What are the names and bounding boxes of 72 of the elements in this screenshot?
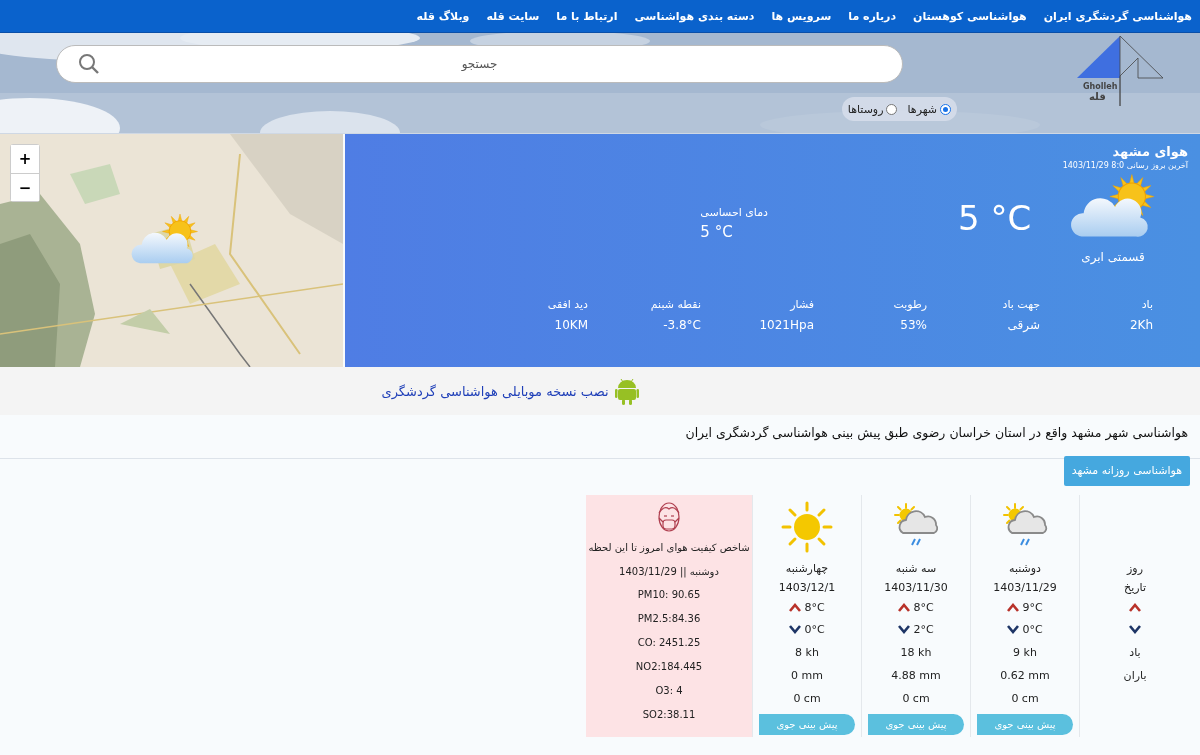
update-time: آخرین بروز رسانی 8:0 1403/11/29 [1061, 161, 1188, 170]
stat-label: فشار [790, 298, 814, 311]
chevron-up-icon [1129, 603, 1141, 612]
row-label: باد [1129, 644, 1141, 661]
high-temperature: 9°C [1022, 601, 1043, 614]
stat-value: 53% [900, 318, 927, 332]
pollutant-reading: PM10: 90.65 [637, 588, 701, 602]
app-link[interactable]: نصب نسخه موبایلی هواشناسی گردشگری [381, 383, 609, 399]
snow-value: 0 cm [1011, 691, 1039, 705]
nav-link[interactable]: هواشناسی گردشگری ایران [1043, 9, 1192, 23]
day-name: سه شنبه [895, 560, 937, 577]
wind-value: 9 kh [1013, 645, 1037, 659]
nav-link[interactable]: درباره ما [848, 9, 897, 23]
stat-value: 10KM [554, 318, 588, 332]
chevron-down-icon [789, 625, 802, 634]
chevron-down-icon [1129, 625, 1141, 634]
low-temperature: 2°C [913, 623, 934, 636]
rain-value: 0.62 mm [1000, 668, 1050, 682]
zoom-out-button[interactable]: − [11, 173, 39, 201]
pollutant-reading: SO2:38.11 [642, 708, 696, 722]
pollutant-reading: NO2:184.445 [635, 660, 703, 674]
nav-link[interactable]: سایت قله [486, 9, 540, 23]
nav-link[interactable]: دسته بندی هواشناسی [634, 9, 755, 23]
wind-value: 8 kh [795, 645, 819, 659]
stat-label: جهت باد [1002, 298, 1040, 311]
chevron-up-icon [789, 603, 802, 612]
date-text: 1403/12/1 [778, 579, 836, 596]
nav-link[interactable]: سرویس ها [771, 9, 832, 23]
low-temperature: 0°C [1022, 623, 1043, 636]
stat-label: باد [1141, 298, 1153, 311]
face-mask-icon [656, 500, 682, 535]
stat-value: 1021Hpa [759, 318, 814, 332]
chevron-up-icon [898, 603, 911, 612]
high-temperature: 8°C [913, 601, 934, 614]
android-icon [614, 377, 639, 405]
stat-label: رطوبت [893, 298, 927, 311]
date-text: 1403/11/30 [884, 579, 948, 596]
stat-label: دید افقی [547, 298, 588, 311]
date-text: 1403/11/29 [993, 579, 1057, 596]
air-quality-title: شاخص کیفیت هوای امروز تا این لحظه [588, 541, 750, 556]
nav-link[interactable]: ارتباط با ما [556, 9, 618, 23]
air-quality-date: دوشنبه || 1403/11/29 [619, 565, 719, 580]
stat-value: 2Kh [1129, 318, 1153, 332]
day-name: دوشنبه [1009, 560, 1041, 577]
feels-like-value: 5 °C [700, 223, 733, 241]
row-label: باران [1123, 667, 1147, 684]
stat-label: نقطه شبنم [650, 298, 701, 311]
temperature: 5 °C [958, 198, 1033, 238]
row-label: تاریخ [1124, 579, 1146, 596]
row-label: روز [1127, 560, 1143, 577]
wind-value: 18 kh [900, 645, 932, 659]
stat-value: -3.8°C [663, 318, 701, 332]
chevron-down-icon [898, 625, 911, 634]
day-name: چهارشنبه [785, 560, 829, 577]
nav-link[interactable]: وبلاگ قله [416, 9, 470, 23]
rain-value: 4.88 mm [891, 668, 941, 682]
stat-value: شرقی [1007, 318, 1040, 332]
snow-value: 0 cm [902, 691, 930, 705]
low-temperature: 0°C [804, 623, 825, 636]
pollutant-reading: O3: 4 [655, 684, 683, 698]
pollutant-reading: CO: 2451.25 [637, 636, 701, 650]
pollutant-reading: PM2.5:84.36 [637, 612, 701, 626]
high-temperature: 8°C [804, 601, 825, 614]
condition-text: قسمتی ابری [1081, 250, 1145, 264]
chevron-down-icon [1007, 625, 1020, 634]
snow-value: 0 cm [793, 691, 821, 705]
chevron-up-icon [1007, 603, 1020, 612]
city-title: هوای مشهد [1111, 144, 1188, 159]
rain-value: 0 mm [791, 668, 823, 682]
feels-like-label: دمای احساسی [700, 206, 768, 219]
nav-link[interactable]: هواشناسی کوهستان [913, 9, 1027, 23]
sun-icon [781, 500, 833, 553]
